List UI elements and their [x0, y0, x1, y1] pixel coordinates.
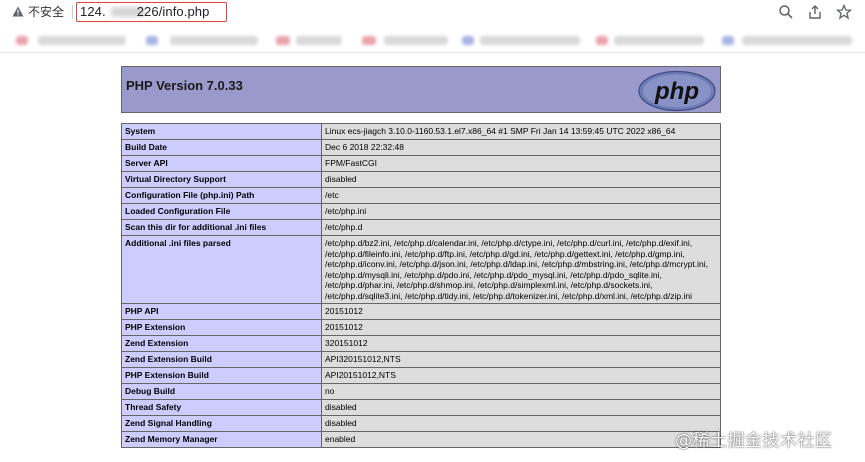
row-key: Build Date [121, 139, 322, 156]
address-bar: 不安全 124. 226/info.php [0, 0, 865, 24]
table-row: Thread Safety disabled [121, 399, 721, 416]
row-value: 20151012 [321, 319, 721, 336]
row-key: Zend Extension [121, 335, 322, 352]
row-value: disabled [321, 399, 721, 416]
row-key: Thread Safety [121, 399, 322, 416]
bookmarks-bar [0, 27, 865, 53]
bookmark-item[interactable] [596, 36, 608, 45]
bookmark-item[interactable] [276, 36, 290, 45]
page-title: PHP Version 7.0.33 [126, 78, 243, 93]
address-divider [72, 5, 73, 19]
table-row: Debug Build no [121, 383, 721, 400]
row-value: /etc/php.ini [321, 203, 721, 220]
table-row: System Linux ecs-jiagch 3.10.0-1160.53.1.… [121, 123, 721, 140]
row-key: Zend Extension Build [121, 351, 322, 368]
table-row: PHP Extension 20151012 [121, 319, 721, 336]
php-version-header: PHP Version 7.0.33 php [121, 66, 721, 113]
table-row: Loaded Configuration File/etc/php.ini [121, 203, 721, 220]
table-row: Zend Memory Manager enabled [121, 431, 721, 448]
bookmark-item[interactable] [296, 36, 342, 45]
url-suffix: 226/info.php [136, 4, 210, 19]
table-row: Build Date Dec 6 2018 22:32:48 [121, 139, 721, 156]
table-row: Server API FPM/FastCGI [121, 155, 721, 172]
url-input[interactable]: 124. 226/info.php [80, 4, 209, 20]
bookmark-item[interactable] [384, 36, 448, 45]
table-row: Configuration File (php.ini) Path/etc [121, 187, 721, 204]
bookmark-item[interactable] [38, 36, 126, 45]
bookmark-item[interactable] [742, 36, 852, 45]
watermark-text: @稀土掘金技术社区 [675, 431, 833, 451]
php-info-table: System Linux ecs-jiagch 3.10.0-1160.53.1.… [121, 123, 721, 448]
table-row: Zend Extension Build API320151012,NTS [121, 351, 721, 368]
row-value: enabled [321, 431, 721, 448]
bookmark-item[interactable] [722, 36, 734, 45]
row-key: PHP Extension [121, 319, 322, 336]
row-key: Additional .ini files parsed [121, 235, 322, 304]
row-value: Linux ecs-jiagch 3.10.0-1160.53.1.el7.x8… [321, 123, 721, 140]
php-logo-text: php [654, 78, 699, 105]
row-value: API20151012,NTS [321, 367, 721, 384]
row-key: Zend Memory Manager [121, 431, 322, 448]
bookmark-item[interactable] [614, 36, 704, 45]
table-row: Scan this dir for additional .ini files /… [121, 219, 721, 236]
row-key: Configuration File (php.ini) Path [121, 187, 322, 204]
row-key: PHP API [121, 303, 322, 320]
row-key: Loaded Configuration File [121, 203, 322, 220]
row-key: System [121, 123, 322, 140]
row-value: 320151012 [321, 335, 721, 352]
row-key: Server API [121, 155, 322, 172]
row-value: /etc/php.d [321, 219, 721, 236]
row-value: FPM/FastCGI [321, 155, 721, 172]
row-value: 20151012 [321, 303, 721, 320]
table-row: PHP API 20151012 [121, 303, 721, 320]
bookmark-item[interactable] [462, 36, 474, 45]
row-value: disabled [321, 171, 721, 188]
table-row: Zend Extension 320151012 [121, 335, 721, 352]
table-row: Zend Signal Handling disabled [121, 415, 721, 432]
share-icon[interactable] [807, 4, 823, 20]
row-key: Scan this dir for additional .ini files [121, 219, 322, 236]
table-row: PHP Extension Build API20151012,NTS [121, 367, 721, 384]
bookmark-item[interactable] [16, 36, 28, 45]
bookmark-star-icon[interactable] [836, 4, 852, 20]
url-prefix: 124. [80, 4, 106, 19]
row-key: Zend Signal Handling [121, 415, 322, 432]
bookmark-item[interactable] [170, 36, 258, 45]
bookmark-item[interactable] [146, 36, 158, 45]
warning-icon[interactable] [12, 6, 24, 17]
row-value: /etc [321, 187, 721, 204]
table-row: Virtual Directory Support disabled [121, 171, 721, 188]
table-row: Additional .ini files parsed/etc/php.d/b… [121, 235, 721, 304]
bookmark-item[interactable] [480, 36, 580, 45]
row-key: Virtual Directory Support [121, 171, 322, 188]
row-value: /etc/php.d/bz2.ini, /etc/php.d/calendar.… [321, 235, 721, 304]
security-label[interactable]: 不安全 [28, 4, 64, 20]
row-key: PHP Extension Build [121, 367, 322, 384]
row-key: Debug Build [121, 383, 322, 400]
row-value: API320151012,NTS [321, 351, 721, 368]
row-value: no [321, 383, 721, 400]
php-logo: php [638, 70, 716, 112]
row-value: disabled [321, 415, 721, 432]
bookmark-item[interactable] [362, 36, 376, 45]
zoom-icon[interactable] [778, 4, 794, 20]
row-value: Dec 6 2018 22:32:48 [321, 139, 721, 156]
